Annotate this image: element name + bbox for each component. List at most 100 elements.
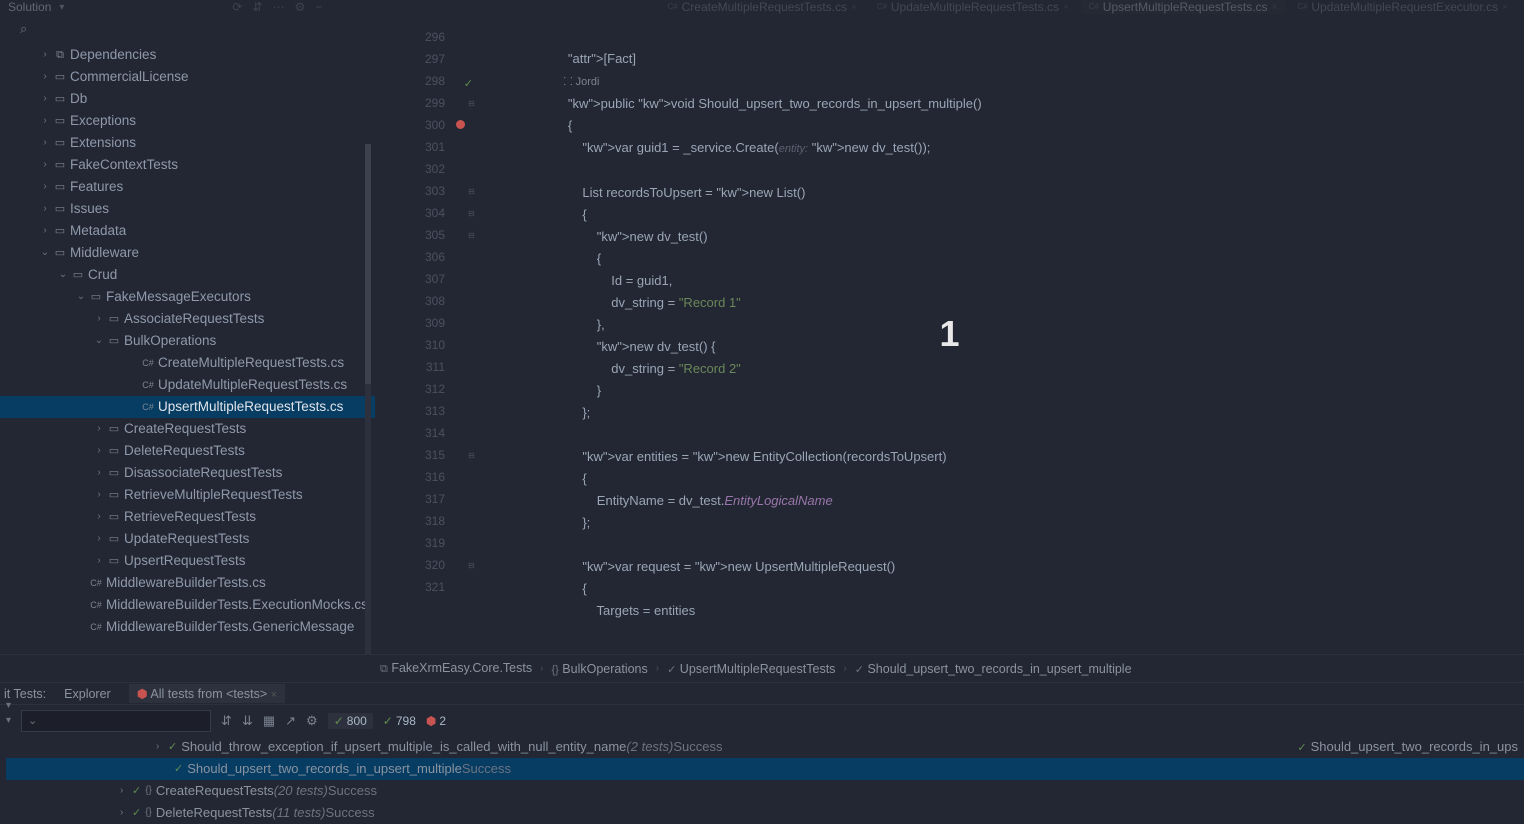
- settings-icon[interactable]: ⚙: [306, 713, 318, 729]
- fold-marker[interactable]: [465, 114, 478, 136]
- editor-tab[interactable]: C#UpsertMultipleRequestTests.cs×: [1081, 0, 1286, 14]
- tests-total-badge[interactable]: ✓798: [383, 714, 416, 728]
- chevron-icon[interactable]: ›: [120, 780, 132, 802]
- code-line[interactable]: [539, 26, 1524, 48]
- chevron-icon[interactable]: ›: [120, 802, 132, 824]
- code-line[interactable]: "kw">new dv_test(): [539, 226, 1524, 248]
- tests-failed-badge[interactable]: ⬢2: [426, 714, 446, 728]
- chevron-icon[interactable]: ⌄: [92, 330, 106, 352]
- breakpoint-dot-icon[interactable]: [456, 120, 465, 129]
- tree-item[interactable]: ›▭AssociateRequestTests: [0, 308, 375, 330]
- chevron-icon[interactable]: ⌄: [56, 264, 70, 286]
- breadcrumb-item[interactable]: ✓ Should_upsert_two_records_in_upsert_mu…: [855, 662, 1132, 676]
- code-line[interactable]: ⸬ Jordi: [539, 70, 1524, 93]
- fold-marker[interactable]: [465, 488, 478, 510]
- code-line[interactable]: };: [539, 402, 1524, 424]
- code-line[interactable]: {: [539, 204, 1524, 226]
- code-line[interactable]: dv_string = "Record 2": [539, 358, 1524, 380]
- test-row[interactable]: ✓Should_upsert_two_records_in_upsert_mul…: [6, 758, 1524, 780]
- chevron-icon[interactable]: ›: [156, 736, 168, 758]
- fold-marker[interactable]: [465, 510, 478, 532]
- fold-marker[interactable]: [465, 48, 478, 70]
- fold-marker[interactable]: [465, 26, 478, 48]
- chevron-icon[interactable]: ›: [92, 528, 106, 550]
- gear-icon[interactable]: ⚙: [295, 0, 306, 14]
- tab-all-tests[interactable]: ⬢ All tests from <tests> ×: [129, 684, 285, 703]
- code-line[interactable]: [539, 534, 1524, 556]
- export-icon[interactable]: ↗: [285, 713, 296, 729]
- mini-chevron-icon[interactable]: ▾: [6, 700, 11, 711]
- test-search-input[interactable]: [21, 710, 211, 732]
- code-line[interactable]: "kw">var guid1 = _service.Create(entity:…: [539, 137, 1524, 160]
- solution-label[interactable]: Solution: [8, 0, 51, 14]
- dropdown-icon[interactable]: ▾: [6, 715, 11, 726]
- fold-marker[interactable]: ⊟: [465, 224, 478, 246]
- code-line[interactable]: };: [539, 512, 1524, 534]
- editor-tab[interactable]: C#CreateMultipleRequestTests.cs×: [660, 0, 865, 14]
- code-line[interactable]: [539, 424, 1524, 446]
- tree-item[interactable]: ›▭RetrieveRequestTests: [0, 506, 375, 528]
- collapse-icon[interactable]: ⇵: [252, 0, 262, 14]
- fold-marker[interactable]: [465, 268, 478, 290]
- tree-item[interactable]: ›▭Extensions: [0, 132, 375, 154]
- test-results-tree[interactable]: ✓Should_upsert_two_records_in_ups ›✓Shou…: [0, 736, 1524, 824]
- tree-item[interactable]: ›▭CreateRequestTests: [0, 418, 375, 440]
- minimize-icon[interactable]: −: [315, 0, 322, 14]
- tree-item[interactable]: ›▭DeleteRequestTests: [0, 440, 375, 462]
- chevron-icon[interactable]: ›: [38, 132, 52, 154]
- tree-item[interactable]: ›▭Issues: [0, 198, 375, 220]
- fold-marker[interactable]: [465, 400, 478, 422]
- chevron-icon[interactable]: ⌄: [38, 242, 52, 264]
- chevron-icon[interactable]: ›: [38, 66, 52, 88]
- test-row[interactable]: ›✓{}DeleteRequestTests (11 tests) Succes…: [6, 802, 1524, 824]
- breadcrumb[interactable]: ⧉ FakeXrmEasy.Core.Tests›{} BulkOperatio…: [0, 654, 1524, 682]
- tree-item[interactable]: ›▭RetrieveMultipleRequestTests: [0, 484, 375, 506]
- fold-marker[interactable]: [465, 422, 478, 444]
- collapse-all-icon[interactable]: ⇊: [242, 713, 253, 729]
- expand-icon[interactable]: ⇵: [221, 713, 232, 729]
- code-line[interactable]: Targets = entities: [539, 600, 1524, 622]
- fold-marker[interactable]: [465, 532, 478, 554]
- tree-item[interactable]: ⌄▭Crud: [0, 264, 375, 286]
- fold-column[interactable]: ⊟⊟⊟⊟⊟⊟: [465, 14, 479, 654]
- code-line[interactable]: }: [539, 380, 1524, 402]
- fold-marker[interactable]: [465, 158, 478, 180]
- tab-explorer[interactable]: Explorer: [56, 685, 119, 703]
- breadcrumb-item[interactable]: ⧉ FakeXrmEasy.Core.Tests: [380, 661, 532, 676]
- code-line[interactable]: },: [539, 314, 1524, 336]
- tree-item[interactable]: ⌄▭BulkOperations: [0, 330, 375, 352]
- chevron-icon[interactable]: ⌄: [74, 286, 88, 308]
- fold-marker[interactable]: [465, 246, 478, 268]
- tree-item[interactable]: C#MiddlewareBuilderTests.cs: [0, 572, 375, 594]
- fold-marker[interactable]: [465, 378, 478, 400]
- code-line[interactable]: {: [539, 248, 1524, 270]
- tree-item[interactable]: ›▭Exceptions: [0, 110, 375, 132]
- fold-marker[interactable]: ⊟: [465, 554, 478, 576]
- chevron-icon[interactable]: ›: [38, 176, 52, 198]
- code-line[interactable]: "kw">var request = "kw">new UpsertMultip…: [539, 556, 1524, 578]
- fold-marker[interactable]: [465, 576, 478, 598]
- code-line[interactable]: dv_string = "Record 1": [539, 292, 1524, 314]
- chevron-icon[interactable]: ›: [92, 550, 106, 572]
- fold-marker[interactable]: ⊟: [465, 92, 478, 114]
- tree-item[interactable]: ›▭UpdateRequestTests: [0, 528, 375, 550]
- tree-item[interactable]: ⌄▭Middleware: [0, 242, 375, 264]
- fold-marker[interactable]: ⊟: [465, 202, 478, 224]
- chevron-icon[interactable]: ›: [92, 418, 106, 440]
- search-icon[interactable]: ⌕: [20, 21, 27, 37]
- tree-item[interactable]: C#UpdateMultipleRequestTests.cs: [0, 374, 375, 396]
- tree-item[interactable]: ⌄▭FakeMessageExecutors: [0, 286, 375, 308]
- fold-marker[interactable]: [465, 290, 478, 312]
- tree-item[interactable]: C#UpsertMultipleRequestTests.cs: [0, 396, 375, 418]
- close-icon[interactable]: ×: [1063, 2, 1069, 13]
- code-line[interactable]: Id = guid1,: [539, 270, 1524, 292]
- fold-marker[interactable]: [465, 466, 478, 488]
- fold-marker[interactable]: [465, 598, 478, 620]
- tree-item[interactable]: ›⧉Dependencies: [0, 44, 375, 66]
- breadcrumb-item[interactable]: {} BulkOperations: [551, 662, 647, 676]
- test-row[interactable]: ›✓{}CreateRequestTests (20 tests) Succes…: [6, 780, 1524, 802]
- tests-passed-badge[interactable]: ✓800: [328, 713, 373, 729]
- test-row[interactable]: ›✓Should_throw_exception_if_upsert_multi…: [6, 736, 1524, 758]
- tree-item[interactable]: C#MiddlewareBuilderTests.GenericMessage: [0, 616, 375, 638]
- code-line[interactable]: {: [539, 578, 1524, 600]
